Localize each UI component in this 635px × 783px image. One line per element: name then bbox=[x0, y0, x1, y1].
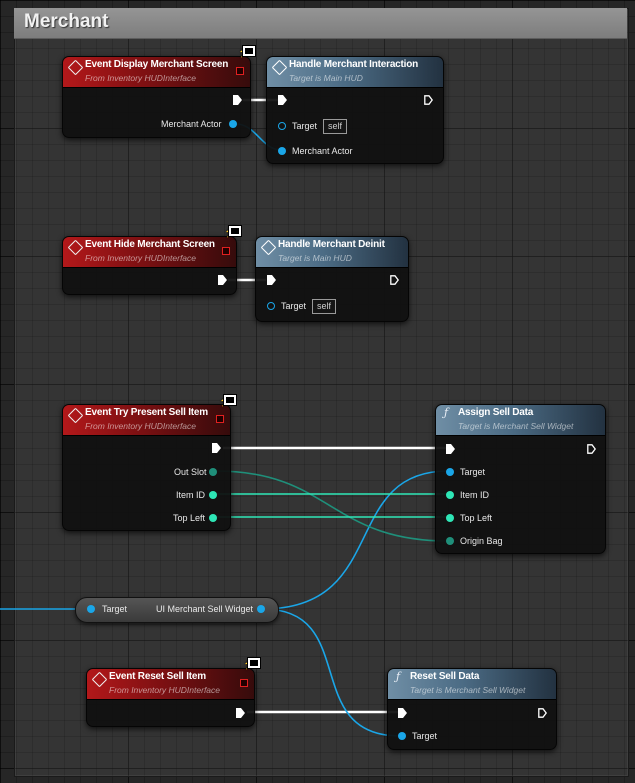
node-title: Event Try Present Sell Item bbox=[85, 407, 208, 418]
pin-label-target: Target bbox=[292, 121, 318, 131]
pin-label-merchant-actor: Merchant Actor bbox=[292, 146, 353, 156]
exec-out-pin[interactable] bbox=[236, 708, 245, 718]
node-subtitle: From Inventory HUDInterface bbox=[85, 253, 197, 263]
node-title: Reset Sell Data bbox=[410, 671, 480, 682]
pin-label-item-id: Item ID bbox=[460, 490, 490, 500]
event-diamond-icon bbox=[67, 59, 84, 76]
target-in-pin[interactable] bbox=[446, 468, 454, 476]
client-monitor-icon: ⚡ bbox=[224, 225, 242, 239]
node-subtitle: Target is Merchant Sell Widget bbox=[458, 421, 574, 431]
node-title: Assign Sell Data bbox=[458, 407, 534, 418]
event-diamond-icon bbox=[67, 407, 84, 424]
node-header[interactable]: Event Try Present Sell Item From Invento… bbox=[63, 405, 230, 436]
node-header[interactable]: Event Display Merchant Screen From Inven… bbox=[63, 57, 250, 88]
node-subtitle: Target is Main HUD bbox=[278, 253, 352, 263]
target-in-pin[interactable] bbox=[398, 732, 406, 740]
function-diamond-icon bbox=[271, 59, 288, 76]
pin-label-origin-bag: Origin Bag bbox=[460, 536, 503, 546]
pin-label-top-left: Top Left bbox=[460, 513, 493, 523]
node-event-hide-merchant-screen[interactable]: Event Hide Merchant Screen From Inventor… bbox=[62, 236, 237, 295]
replicated-square-icon bbox=[240, 679, 248, 687]
replicated-square-icon bbox=[216, 415, 224, 423]
item-id-in-pin[interactable] bbox=[446, 491, 454, 499]
node-header[interactable]: ƒ Assign Sell Data Target is Merchant Se… bbox=[436, 405, 605, 436]
client-monitor-icon: ⚡ bbox=[219, 394, 237, 408]
target-self-field[interactable]: self bbox=[323, 119, 348, 134]
node-assign-sell-data[interactable]: ƒ Assign Sell Data Target is Merchant Se… bbox=[435, 404, 606, 554]
merchant-actor-in-pin[interactable] bbox=[278, 147, 286, 155]
node-title: Event Hide Merchant Screen bbox=[85, 239, 215, 250]
target-in-pin[interactable] bbox=[87, 605, 95, 613]
node-title: Handle Merchant Deinit bbox=[278, 239, 385, 250]
node-subtitle: From Inventory HUDInterface bbox=[85, 73, 197, 83]
replicated-square-icon bbox=[236, 67, 244, 75]
pin-label-target: Target bbox=[412, 731, 438, 741]
wire-out-slot bbox=[215, 470, 449, 542]
exec-out-pin[interactable] bbox=[218, 275, 227, 285]
exec-out-pin[interactable] bbox=[390, 275, 399, 285]
node-subtitle: Target is Merchant Sell Widget bbox=[410, 685, 526, 695]
target-in-pin[interactable] bbox=[278, 122, 286, 130]
node-header[interactable]: ƒ Reset Sell Data Target is Merchant Sel… bbox=[388, 669, 556, 700]
function-f-icon: ƒ bbox=[444, 406, 449, 419]
target-self-field[interactable]: self bbox=[312, 299, 337, 314]
exec-out-pin[interactable] bbox=[212, 443, 221, 453]
variable-label: UI Merchant Sell Widget bbox=[156, 604, 254, 614]
exec-out-pin[interactable] bbox=[587, 444, 596, 454]
node-title: Event Reset Sell Item bbox=[109, 671, 206, 682]
node-subtitle: From Inventory HUDInterface bbox=[109, 685, 221, 695]
pin-label-target: Target bbox=[281, 301, 307, 311]
node-handle-merchant-deinit[interactable]: Handle Merchant Deinit Target is Main HU… bbox=[255, 236, 409, 322]
top-left-in-pin[interactable] bbox=[446, 514, 454, 522]
node-event-reset-sell-item[interactable]: Event Reset Sell Item From Inventory HUD… bbox=[86, 668, 255, 727]
merchant-actor-out-pin[interactable] bbox=[229, 120, 237, 128]
node-subtitle: Target is Main HUD bbox=[289, 73, 363, 83]
origin-bag-in-pin[interactable] bbox=[446, 537, 454, 545]
node-header[interactable]: Handle Merchant Deinit Target is Main HU… bbox=[256, 237, 408, 268]
pin-label-merchant-actor: Merchant Actor bbox=[161, 119, 222, 129]
node-variable-ui-merchant-sell-widget[interactable]: Target UI Merchant Sell Widget bbox=[75, 597, 279, 623]
node-event-try-present-sell-item[interactable]: Event Try Present Sell Item From Invento… bbox=[62, 404, 231, 531]
exec-in-pin[interactable] bbox=[398, 708, 407, 718]
pin-label-out-slot: Out Slot bbox=[174, 467, 207, 477]
exec-out-pin[interactable] bbox=[538, 708, 547, 718]
node-reset-sell-data[interactable]: ƒ Reset Sell Data Target is Merchant Sel… bbox=[387, 668, 557, 750]
target-in-pin[interactable] bbox=[267, 302, 275, 310]
event-diamond-icon bbox=[67, 239, 84, 256]
node-header[interactable]: Handle Merchant Interaction Target is Ma… bbox=[267, 57, 443, 88]
node-handle-merchant-interaction[interactable]: Handle Merchant Interaction Target is Ma… bbox=[266, 56, 444, 164]
replicated-square-icon bbox=[222, 247, 230, 255]
function-diamond-icon bbox=[260, 239, 277, 256]
exec-in-pin[interactable] bbox=[267, 275, 276, 285]
widget-out-pin[interactable] bbox=[257, 605, 265, 613]
node-event-display-merchant-screen[interactable]: Event Display Merchant Screen From Inven… bbox=[62, 56, 251, 138]
exec-out-pin[interactable] bbox=[233, 95, 242, 105]
client-monitor-icon: ⚡ bbox=[243, 657, 261, 671]
event-diamond-icon bbox=[91, 671, 108, 688]
exec-in-pin[interactable] bbox=[278, 95, 287, 105]
node-title: Handle Merchant Interaction bbox=[289, 59, 419, 70]
exec-out-pin[interactable] bbox=[424, 95, 433, 105]
item-id-out-pin[interactable] bbox=[209, 491, 217, 499]
function-f-icon: ƒ bbox=[396, 670, 401, 683]
out-slot-out-pin[interactable] bbox=[209, 468, 217, 476]
node-header[interactable]: Event Hide Merchant Screen From Inventor… bbox=[63, 237, 236, 268]
top-left-out-pin[interactable] bbox=[209, 514, 217, 522]
pin-label-target: Target bbox=[102, 604, 128, 614]
exec-in-pin[interactable] bbox=[446, 444, 455, 454]
node-title: Event Display Merchant Screen bbox=[85, 59, 229, 70]
pin-label-top-left: Top Left bbox=[173, 513, 206, 523]
pin-label-item-id: Item ID bbox=[176, 490, 206, 500]
wire-widget-to-reset bbox=[262, 608, 401, 737]
client-monitor-icon: ⚡ bbox=[238, 45, 256, 59]
node-header[interactable]: Event Reset Sell Item From Inventory HUD… bbox=[87, 669, 254, 700]
pin-label-target: Target bbox=[460, 467, 486, 477]
node-subtitle: From Inventory HUDInterface bbox=[85, 421, 197, 431]
